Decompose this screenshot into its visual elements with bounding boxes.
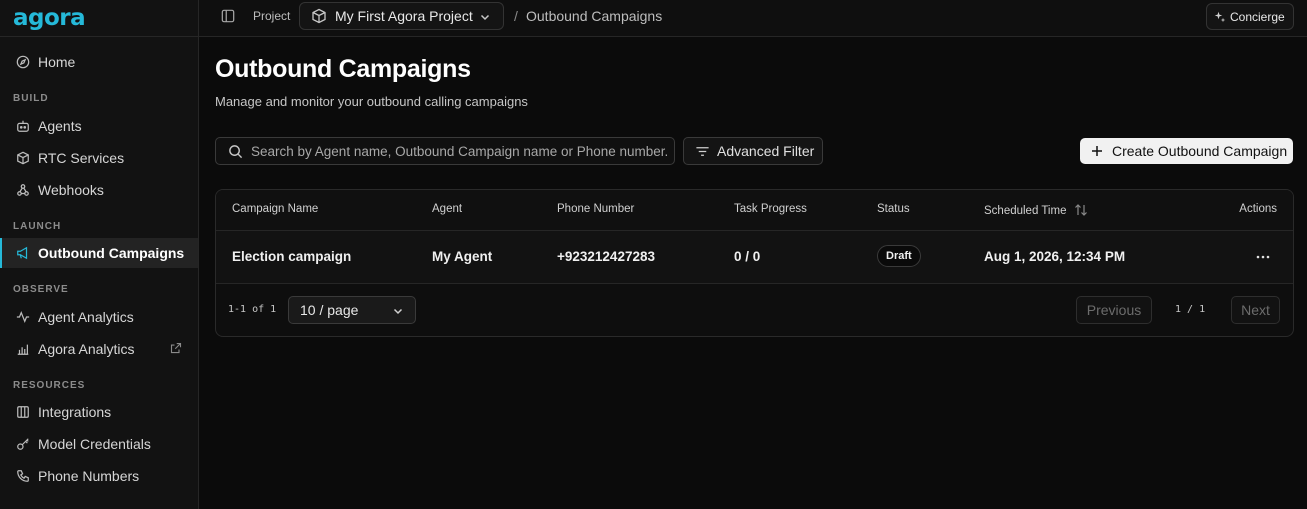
sidebar-item-label: RTC Services bbox=[38, 150, 125, 166]
sidebar-item-label: Phone Numbers bbox=[38, 468, 140, 484]
sidebar-item-label: Outbound Campaigns bbox=[38, 245, 185, 261]
more-actions-icon[interactable] bbox=[1255, 249, 1271, 265]
external-link-icon bbox=[170, 342, 182, 354]
create-outbound-campaign-button[interactable]: Create Outbound Campaign bbox=[1080, 138, 1293, 164]
bar-chart-icon bbox=[15, 341, 31, 357]
phone-icon bbox=[15, 468, 31, 484]
megaphone-icon bbox=[15, 245, 31, 261]
previous-page-button[interactable]: Previous bbox=[1076, 296, 1152, 324]
advanced-filter-button[interactable]: Advanced Filter bbox=[683, 137, 823, 165]
project-label: Project bbox=[253, 9, 291, 23]
key-icon bbox=[15, 436, 31, 452]
page-indicator: 1 / 1 bbox=[1175, 304, 1206, 315]
column-header-task-progress: Task Progress bbox=[734, 203, 807, 215]
chevron-down-icon bbox=[392, 305, 404, 317]
sidebar-item-outbound-campaigns[interactable]: Outbound Campaigns bbox=[0, 238, 198, 268]
section-label-resources: RESOURCES bbox=[13, 380, 86, 391]
column-header-agent: Agent bbox=[432, 203, 463, 215]
search-icon bbox=[228, 144, 243, 159]
cell-agent: My Agent bbox=[432, 249, 493, 264]
sparkle-icon bbox=[1214, 11, 1226, 23]
column-header-label: Scheduled Time bbox=[984, 205, 1067, 217]
agora-logo[interactable]: agora bbox=[13, 4, 86, 32]
column-header-scheduled-time[interactable]: Scheduled Time bbox=[984, 203, 1088, 217]
sidebar-item-home[interactable]: Home bbox=[0, 47, 198, 77]
cell-phone-number: +923212427283 bbox=[557, 249, 655, 264]
sidebar-item-label: Home bbox=[38, 54, 76, 70]
breadcrumb-current: Outbound Campaigns bbox=[526, 8, 663, 24]
page-size-value: 10 / page bbox=[300, 302, 359, 318]
column-header-status: Status bbox=[877, 203, 910, 215]
plus-icon bbox=[1090, 144, 1104, 158]
project-name: My First Agora Project bbox=[335, 8, 473, 24]
project-selector[interactable]: My First Agora Project bbox=[299, 2, 504, 30]
logo-text: agora bbox=[13, 5, 86, 31]
activity-icon bbox=[15, 309, 31, 325]
section-label-build: BUILD bbox=[13, 93, 49, 104]
table-pagination: 1-1 of 1 10 / page Previous 1 / 1 Next bbox=[216, 284, 1293, 336]
page-subtitle: Manage and monitor your outbound calling… bbox=[215, 94, 528, 109]
compass-icon bbox=[15, 54, 31, 70]
sidebar-item-label: Webhooks bbox=[38, 182, 104, 198]
search-box[interactable] bbox=[215, 137, 675, 165]
cell-scheduled-time: Aug 1, 2026, 12:34 PM bbox=[984, 249, 1126, 264]
table-header: Campaign Name Agent Phone Number Task Pr… bbox=[216, 190, 1293, 231]
table-row[interactable]: Election campaign My Agent +923212427283… bbox=[216, 231, 1293, 284]
sidebar-item-rtc-services[interactable]: RTC Services bbox=[0, 143, 198, 173]
concierge-button[interactable]: Concierge bbox=[1206, 3, 1294, 30]
page-size-select[interactable]: 10 / page bbox=[288, 296, 416, 324]
page-title: Outbound Campaigns bbox=[215, 55, 471, 83]
chevron-down-icon bbox=[479, 11, 491, 23]
sidebar-divider bbox=[0, 36, 199, 37]
filter-icon bbox=[695, 144, 710, 159]
sidebar-item-label: Integrations bbox=[38, 404, 112, 420]
sidebar-item-label: Agents bbox=[38, 118, 82, 134]
status-badge: Draft bbox=[877, 245, 921, 267]
search-input[interactable] bbox=[251, 143, 671, 159]
sidebar-item-agent-analytics[interactable]: Agent Analytics bbox=[0, 302, 198, 332]
sidebar-toggle-icon[interactable] bbox=[221, 9, 235, 23]
advanced-filter-label: Advanced Filter bbox=[717, 143, 815, 159]
sidebar-item-agents[interactable]: Agents bbox=[0, 111, 198, 141]
campaigns-table: Campaign Name Agent Phone Number Task Pr… bbox=[215, 189, 1294, 337]
column-header-campaign-name: Campaign Name bbox=[232, 203, 319, 215]
sidebar-item-label: Agora Analytics bbox=[38, 341, 135, 357]
sort-icon[interactable] bbox=[1074, 203, 1088, 217]
sidebar: agora Home BUILD Agents RTC Services Web… bbox=[0, 0, 199, 509]
sidebar-item-label: Model Credentials bbox=[38, 436, 151, 452]
sidebar-item-agora-analytics[interactable]: Agora Analytics bbox=[0, 334, 198, 364]
top-bar: Project My First Agora Project / Outboun… bbox=[199, 0, 1307, 37]
sidebar-item-model-credentials[interactable]: Model Credentials bbox=[0, 429, 198, 459]
webhook-icon bbox=[15, 182, 31, 198]
section-label-launch: LAUNCH bbox=[13, 221, 62, 232]
bot-icon bbox=[15, 118, 31, 134]
breadcrumb-separator: / bbox=[514, 8, 518, 24]
cell-campaign-name[interactable]: Election campaign bbox=[232, 249, 351, 264]
concierge-label: Concierge bbox=[1230, 9, 1285, 24]
cell-task-progress: 0 / 0 bbox=[734, 249, 761, 264]
sidebar-item-phone-numbers[interactable]: Phone Numbers bbox=[0, 461, 198, 491]
sidebar-item-integrations[interactable]: Integrations bbox=[0, 397, 198, 427]
section-label-observe: OBSERVE bbox=[13, 284, 69, 295]
column-header-phone-number: Phone Number bbox=[557, 203, 635, 215]
cube-icon bbox=[15, 150, 31, 166]
create-button-label: Create Outbound Campaign bbox=[1112, 143, 1288, 159]
column-header-actions: Actions bbox=[1239, 203, 1277, 215]
next-page-button[interactable]: Next bbox=[1231, 296, 1280, 324]
cube-icon bbox=[311, 8, 327, 24]
pagination-range: 1-1 of 1 bbox=[228, 304, 277, 315]
grid-icon bbox=[15, 404, 31, 420]
sidebar-item-webhooks[interactable]: Webhooks bbox=[0, 175, 198, 205]
sidebar-item-label: Agent Analytics bbox=[38, 309, 134, 325]
